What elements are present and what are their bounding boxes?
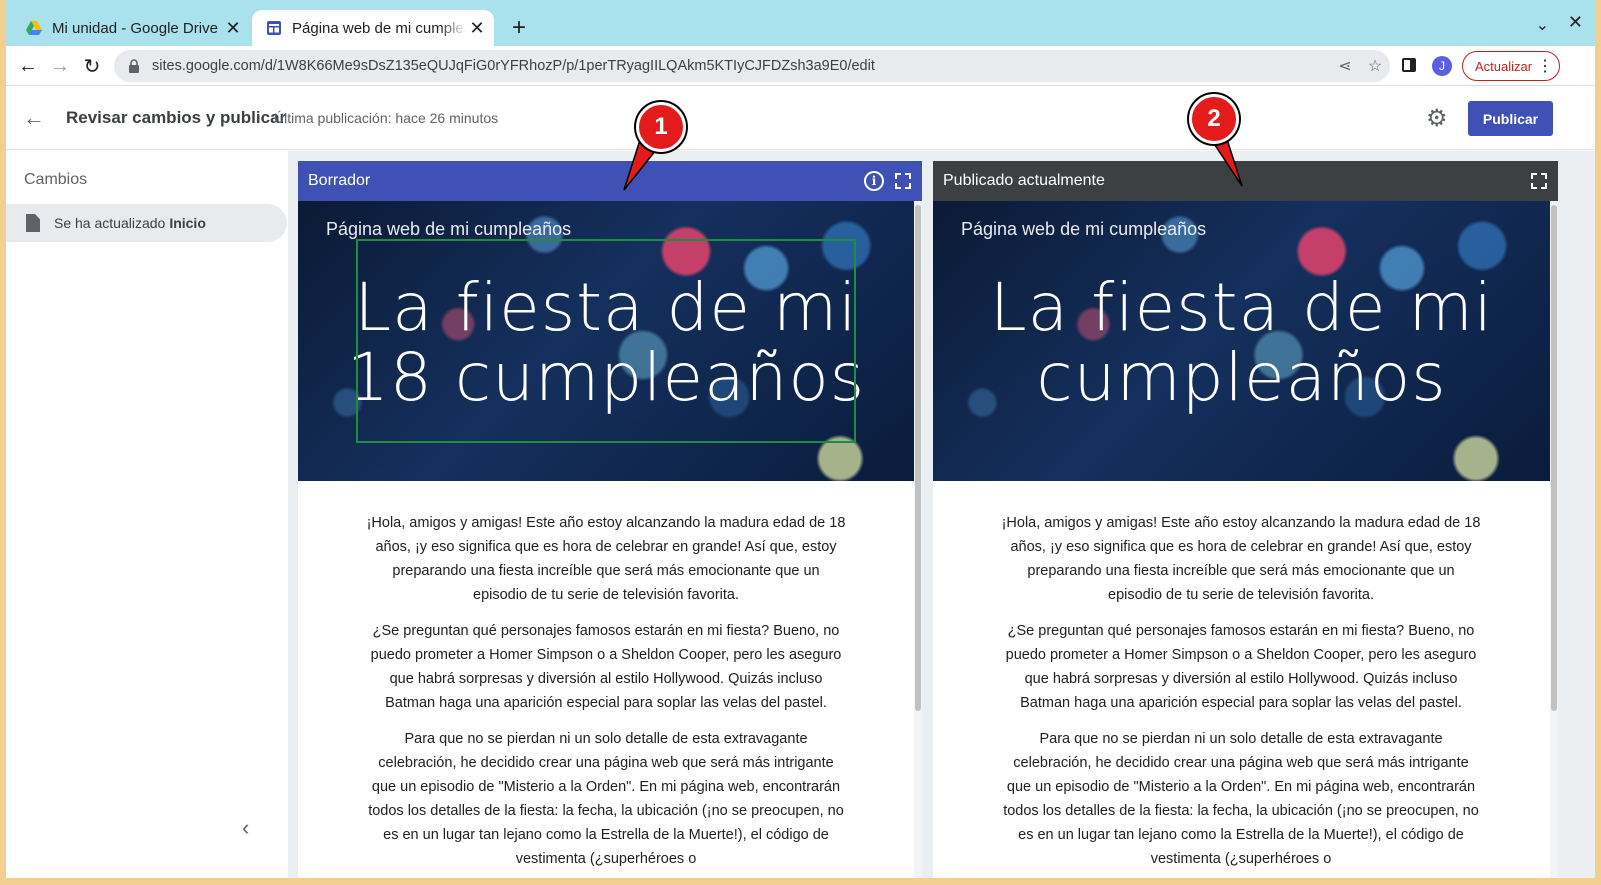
tab-strip: Mi unidad - Google Drive ✕ Página web de…: [6, 0, 1595, 46]
published-pane: Publicado actualmente Página web de mi c…: [933, 161, 1558, 878]
hero-banner: Página web de mi cumpleaños La fiesta de…: [933, 201, 1550, 481]
hero-title: La fiesta de mi cumpleaños: [933, 273, 1550, 413]
last-published-text: Última publicación: hace 26 minutos: [274, 110, 499, 126]
draft-label: Borrador: [308, 172, 371, 189]
paragraph: Para que no se pierdan ni un solo detall…: [368, 731, 844, 867]
change-item-page: Inicio: [169, 215, 206, 231]
info-icon[interactable]: i: [864, 171, 884, 191]
fullscreen-icon[interactable]: [894, 172, 912, 190]
browser-window: Mi unidad - Google Drive ✕ Página web de…: [6, 0, 1595, 878]
share-icon[interactable]: ⋖: [1330, 56, 1360, 76]
paragraph: ¿Se preguntan qué personajes famosos est…: [1005, 623, 1477, 711]
draft-pane-header: Borrador i: [298, 161, 922, 201]
google-drive-icon: [26, 21, 42, 35]
preview-area: Borrador i Página web de mi cumpleaños L…: [288, 151, 1595, 878]
changes-title: Cambios: [24, 171, 88, 188]
change-item-inicio[interactable]: Se ha actualizado Inicio: [6, 204, 287, 242]
gear-icon[interactable]: ⚙: [1426, 104, 1448, 133]
publish-button[interactable]: Publicar: [1468, 101, 1553, 136]
more-vert-icon[interactable]: ⋮: [1537, 56, 1553, 76]
change-highlight-box: [356, 239, 856, 443]
update-button[interactable]: Actualizar ⋮: [1462, 51, 1560, 81]
tab-title: Mi unidad - Google Drive: [52, 19, 218, 37]
draft-pane: Borrador i Página web de mi cumpleaños L…: [298, 161, 922, 878]
chevron-left-icon[interactable]: ‹: [242, 815, 249, 841]
close-window-icon[interactable]: ✕: [1568, 12, 1583, 33]
change-item-prefix: Se ha actualizado: [54, 215, 166, 231]
fullscreen-icon[interactable]: [1530, 172, 1548, 190]
tab-title: Página web de mi cumpleaños: [292, 19, 466, 37]
avatar[interactable]: J: [1432, 56, 1452, 76]
page-content: ¡Hola, amigos y amigas! Este año estoy a…: [298, 481, 914, 871]
paragraph: Para que no se pierdan ni un solo detall…: [1003, 731, 1479, 867]
tab-google-sites[interactable]: Página web de mi cumpleaños ✕: [252, 10, 494, 46]
published-label: Publicado actualmente: [943, 172, 1105, 189]
paragraph: ¡Hola, amigos y amigas! Este año estoy a…: [366, 515, 846, 603]
callout-badge: 2: [1189, 94, 1239, 144]
close-tab-icon[interactable]: ✕: [222, 18, 244, 39]
site-name: Página web de mi cumpleaños: [326, 219, 572, 239]
site-name: Página web de mi cumpleaños: [961, 219, 1207, 239]
review-header: ← Revisar cambios y publicar Última publ…: [6, 87, 1595, 150]
reload-icon[interactable]: ↻: [78, 52, 106, 80]
forward-icon[interactable]: →: [46, 52, 74, 80]
back-icon[interactable]: ←: [14, 52, 42, 80]
page-title: Revisar cambios y publicar: [66, 108, 287, 127]
address-bar[interactable]: sites.google.com/d/1W8K66Me9sDsZ135eQUJq…: [114, 50, 1390, 82]
back-arrow-icon[interactable]: ←: [20, 105, 48, 131]
scrollbar-thumb[interactable]: [915, 205, 921, 711]
lock-icon: [129, 59, 139, 73]
page-content: ¡Hola, amigos y amigas! Este año estoy a…: [933, 481, 1549, 871]
hero-title-line: La fiesta de mi: [989, 269, 1494, 346]
close-tab-icon[interactable]: ✕: [466, 18, 488, 39]
hero-title-line: cumpleaños: [1036, 339, 1447, 416]
scrollbar-thumb[interactable]: [1551, 205, 1557, 711]
published-pane-header: Publicado actualmente: [933, 161, 1558, 201]
url-text: sites.google.com/d/1W8K66Me9sDsZ135eQUJq…: [152, 58, 875, 74]
callout-badge: 1: [636, 102, 686, 152]
browser-toolbar: ← → ↻ sites.google.com/d/1W8K66Me9sDsZ13…: [6, 46, 1595, 86]
google-sites-icon: [267, 21, 281, 35]
changes-sidebar: Cambios Se ha actualizado Inicio ‹: [6, 151, 288, 878]
side-panel-icon[interactable]: [1402, 58, 1416, 72]
star-icon[interactable]: ☆: [1360, 56, 1390, 76]
paragraph: ¡Hola, amigos y amigas! Este año estoy a…: [1001, 515, 1481, 603]
chevron-down-icon[interactable]: ⌄: [1536, 15, 1549, 35]
hero-banner: Página web de mi cumpleaños La fiesta de…: [298, 201, 914, 481]
tab-google-drive[interactable]: Mi unidad - Google Drive ✕: [12, 10, 250, 46]
update-label: Actualizar: [1475, 58, 1533, 74]
new-tab-button[interactable]: +: [506, 14, 532, 42]
document-icon: [26, 214, 40, 232]
paragraph: ¿Se preguntan qué personajes famosos est…: [370, 623, 842, 711]
